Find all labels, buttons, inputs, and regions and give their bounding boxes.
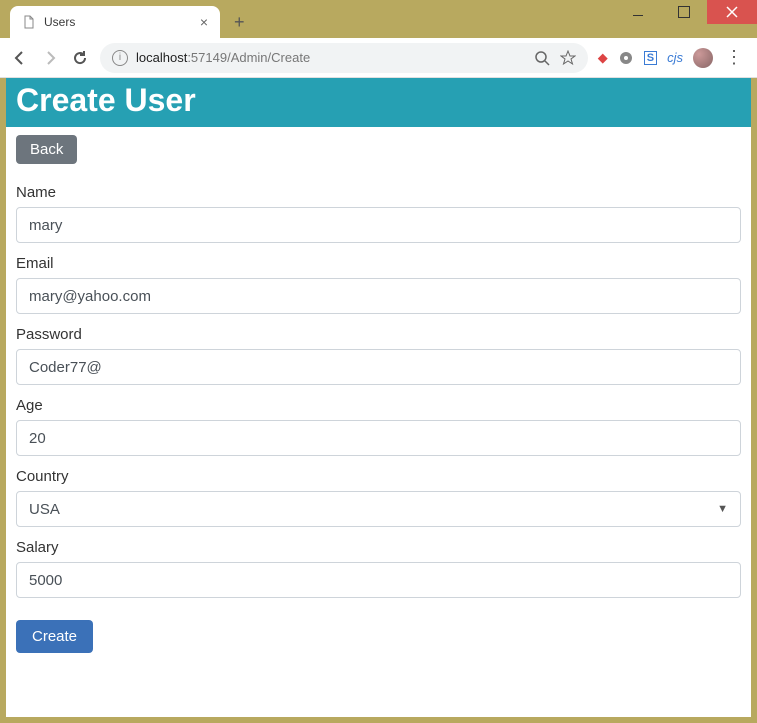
- url-port: :57149: [187, 50, 227, 65]
- omnibox-actions: [534, 50, 576, 66]
- extension-icons: ◆ S cjs ⋮: [598, 47, 747, 68]
- extension-icon-3[interactable]: S: [644, 51, 657, 65]
- window-close-button[interactable]: [707, 0, 757, 24]
- label-age: Age: [16, 397, 741, 414]
- window-minimize-button[interactable]: [615, 0, 661, 24]
- browser-tab-users[interactable]: Users ×: [10, 6, 220, 38]
- field-age: Age: [16, 397, 741, 456]
- forward-icon: [40, 48, 60, 68]
- field-salary: Salary: [16, 539, 741, 598]
- extension-icon-2[interactable]: [618, 50, 634, 66]
- label-email: Email: [16, 255, 741, 272]
- email-input[interactable]: [16, 278, 741, 314]
- tab-close-icon[interactable]: ×: [200, 14, 208, 30]
- omnibox[interactable]: i localhost:57149/Admin/Create: [100, 43, 588, 73]
- tab-title: Users: [44, 15, 192, 29]
- reload-icon[interactable]: [70, 48, 90, 68]
- url-host: localhost: [136, 50, 187, 65]
- salary-input[interactable]: [16, 562, 741, 598]
- field-email: Email: [16, 255, 741, 314]
- window-controls: [615, 0, 757, 24]
- field-name: Name: [16, 184, 741, 243]
- field-password: Password: [16, 326, 741, 385]
- url-text: localhost:57149/Admin/Create: [136, 50, 526, 65]
- label-password: Password: [16, 326, 741, 343]
- country-select[interactable]: USA ▼: [16, 491, 741, 527]
- page-title: Create User: [6, 78, 751, 127]
- label-name: Name: [16, 184, 741, 201]
- profile-avatar[interactable]: [693, 48, 713, 68]
- browser-window: Users × + i localhost:57149/Admin/Create: [0, 0, 757, 723]
- label-salary: Salary: [16, 539, 741, 556]
- name-input[interactable]: [16, 207, 741, 243]
- chevron-down-icon: ▼: [717, 503, 728, 515]
- extension-icon-1[interactable]: ◆: [598, 50, 608, 66]
- zoom-icon[interactable]: [534, 50, 550, 66]
- new-tab-button[interactable]: +: [234, 6, 245, 38]
- star-icon[interactable]: [560, 50, 576, 66]
- url-path: /Admin/Create: [227, 50, 310, 65]
- label-country: Country: [16, 468, 741, 485]
- create-user-form: Name Email Password Age Country USA ▼: [6, 184, 751, 669]
- address-bar: i localhost:57149/Admin/Create ◆ S cjs ⋮: [0, 38, 757, 78]
- site-info-icon[interactable]: i: [112, 50, 128, 66]
- password-input[interactable]: [16, 349, 741, 385]
- back-button[interactable]: Back: [16, 135, 77, 164]
- back-icon[interactable]: [10, 48, 30, 68]
- field-country: Country USA ▼: [16, 468, 741, 527]
- create-button[interactable]: Create: [16, 620, 93, 653]
- age-input[interactable]: [16, 420, 741, 456]
- document-icon: [22, 15, 36, 29]
- window-maximize-button[interactable]: [661, 0, 707, 24]
- page-content: Create User Back Name Email Password Age…: [0, 78, 757, 723]
- extension-cjs[interactable]: cjs: [667, 50, 683, 65]
- country-selected-value: USA: [29, 501, 60, 518]
- browser-menu-icon[interactable]: ⋮: [723, 47, 745, 68]
